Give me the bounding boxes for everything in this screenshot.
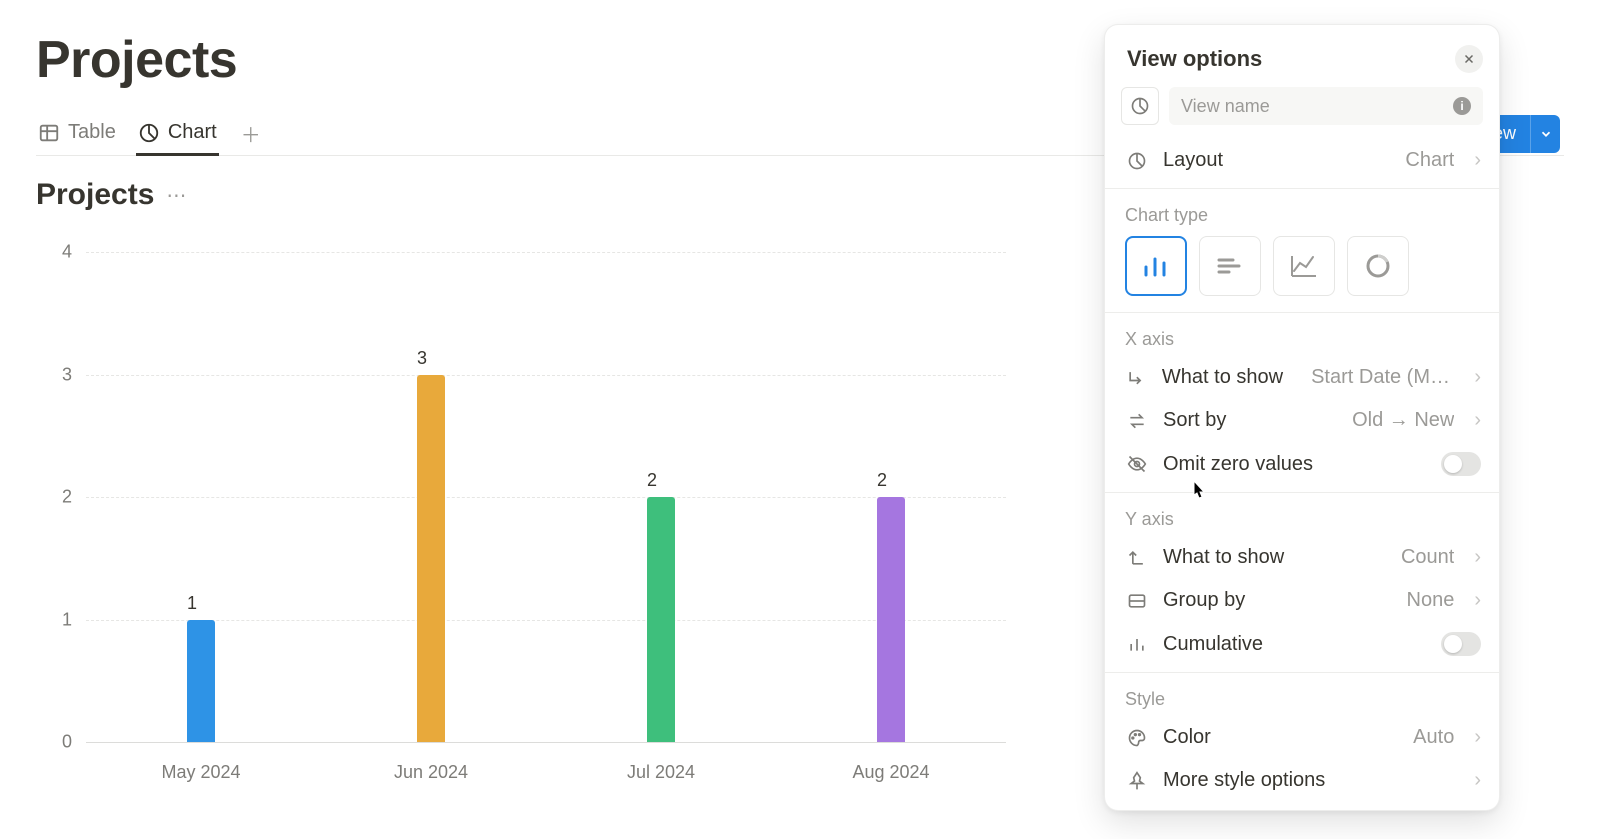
y-group-by-value: None xyxy=(1407,589,1455,612)
new-button-dropdown[interactable] xyxy=(1530,115,1560,153)
group-icon xyxy=(1125,591,1149,611)
swap-icon xyxy=(1125,411,1149,431)
x-omit-zero[interactable]: Omit zero values xyxy=(1105,442,1499,486)
x-tick-label: May 2024 xyxy=(86,752,316,792)
table-icon xyxy=(38,122,60,144)
arrow-up-icon xyxy=(1125,548,1149,568)
chart-gridline xyxy=(86,742,1006,743)
x-what-to-show[interactable]: What to show Start Date (Mo… › xyxy=(1105,356,1499,399)
x-tick-label: Jun 2024 xyxy=(316,752,546,792)
y-tick-label: 1 xyxy=(62,609,72,630)
y-group-by[interactable]: Group by None › xyxy=(1105,579,1499,622)
cumulative-toggle[interactable] xyxy=(1441,632,1481,656)
chevron-right-icon: › xyxy=(1474,366,1481,389)
y-tick-label: 2 xyxy=(62,487,72,508)
chevron-right-icon: › xyxy=(1474,769,1481,792)
x-what-to-show-label: What to show xyxy=(1162,366,1283,389)
bar-value-label: 2 xyxy=(877,470,887,491)
view-name-input[interactable] xyxy=(1169,87,1483,125)
y-group-by-label: Group by xyxy=(1163,589,1245,612)
x-sort-by-label: Sort by xyxy=(1163,409,1226,432)
bar-slot: 2 xyxy=(776,252,1006,742)
bars-icon xyxy=(1125,634,1149,654)
tab-label: Chart xyxy=(168,121,217,144)
bar-slot: 1 xyxy=(86,252,316,742)
style-section-title: Style xyxy=(1105,679,1499,716)
eye-off-icon xyxy=(1125,454,1149,474)
panel-title: View options xyxy=(1127,46,1262,72)
chevron-right-icon: › xyxy=(1474,589,1481,612)
layout-icon xyxy=(1125,151,1149,171)
layout-label: Layout xyxy=(1163,149,1223,172)
layout-option[interactable]: Layout Chart › xyxy=(1105,139,1499,182)
bar-value-label: 3 xyxy=(417,348,427,369)
chart-icon xyxy=(138,122,160,144)
style-more-label: More style options xyxy=(1163,769,1325,792)
view-icon-picker[interactable] xyxy=(1121,87,1159,125)
y-tick-label: 4 xyxy=(62,242,72,263)
tab-table[interactable]: Table xyxy=(36,113,118,156)
x-what-to-show-value: Start Date (Mo… xyxy=(1311,366,1454,389)
palette-icon xyxy=(1125,728,1149,748)
style-more[interactable]: More style options › xyxy=(1105,759,1499,802)
y-what-to-show-value: Count xyxy=(1401,546,1454,569)
chart-type-line[interactable] xyxy=(1273,236,1335,296)
style-color-value: Auto xyxy=(1413,726,1454,749)
chart-title-more-icon[interactable]: ⋯ xyxy=(166,183,186,208)
x-sort-by[interactable]: Sort by Old → New › xyxy=(1105,399,1499,442)
bar[interactable] xyxy=(647,497,675,742)
chevron-right-icon: › xyxy=(1474,546,1481,569)
tab-chart[interactable]: Chart xyxy=(136,113,219,156)
x-axis-section-title: X axis xyxy=(1105,319,1499,356)
bar[interactable] xyxy=(187,620,215,743)
chart-type-donut[interactable] xyxy=(1347,236,1409,296)
add-view-button[interactable]: ＋ xyxy=(237,120,265,148)
y-axis-section-title: Y axis xyxy=(1105,499,1499,536)
y-cumulative[interactable]: Cumulative xyxy=(1105,622,1499,666)
y-what-to-show-label: What to show xyxy=(1163,546,1284,569)
chevron-right-icon: › xyxy=(1474,409,1481,432)
close-icon[interactable] xyxy=(1455,45,1483,73)
bar[interactable] xyxy=(877,497,905,742)
bar-slot: 2 xyxy=(546,252,776,742)
tab-label: Table xyxy=(68,121,116,144)
omit-zero-toggle[interactable] xyxy=(1441,452,1481,476)
bar[interactable] xyxy=(417,375,445,743)
layout-value: Chart xyxy=(1405,149,1454,172)
chevron-right-icon: › xyxy=(1474,149,1481,172)
view-options-panel: View options i Layout Chart › Chart type xyxy=(1104,24,1500,811)
bar-value-label: 2 xyxy=(647,470,657,491)
chart-type-vertical-bar[interactable] xyxy=(1125,236,1187,296)
x-omit-zero-label: Omit zero values xyxy=(1163,453,1313,476)
chevron-right-icon: › xyxy=(1474,726,1481,749)
y-what-to-show[interactable]: What to show Count › xyxy=(1105,536,1499,579)
chart-type-horizontal-bar[interactable] xyxy=(1199,236,1261,296)
x-tick-label: Jul 2024 xyxy=(546,752,776,792)
bar-chart: 012341322 May 2024Jun 2024Jul 2024Aug 20… xyxy=(46,252,1006,792)
y-cumulative-label: Cumulative xyxy=(1163,633,1263,656)
x-tick-label: Aug 2024 xyxy=(776,752,1006,792)
chart-type-section-title: Chart type xyxy=(1105,195,1499,232)
bar-slot: 3 xyxy=(316,252,546,742)
style-color[interactable]: Color Auto › xyxy=(1105,716,1499,759)
info-icon[interactable]: i xyxy=(1453,97,1471,115)
y-tick-label: 0 xyxy=(62,732,72,753)
arrow-right-down-icon xyxy=(1125,368,1148,388)
bar-value-label: 1 xyxy=(187,593,197,614)
chart-title: Projects xyxy=(36,178,154,212)
pin-icon xyxy=(1125,771,1149,791)
y-tick-label: 3 xyxy=(62,364,72,385)
x-sort-by-value: Old → New xyxy=(1352,409,1454,432)
style-color-label: Color xyxy=(1163,726,1211,749)
